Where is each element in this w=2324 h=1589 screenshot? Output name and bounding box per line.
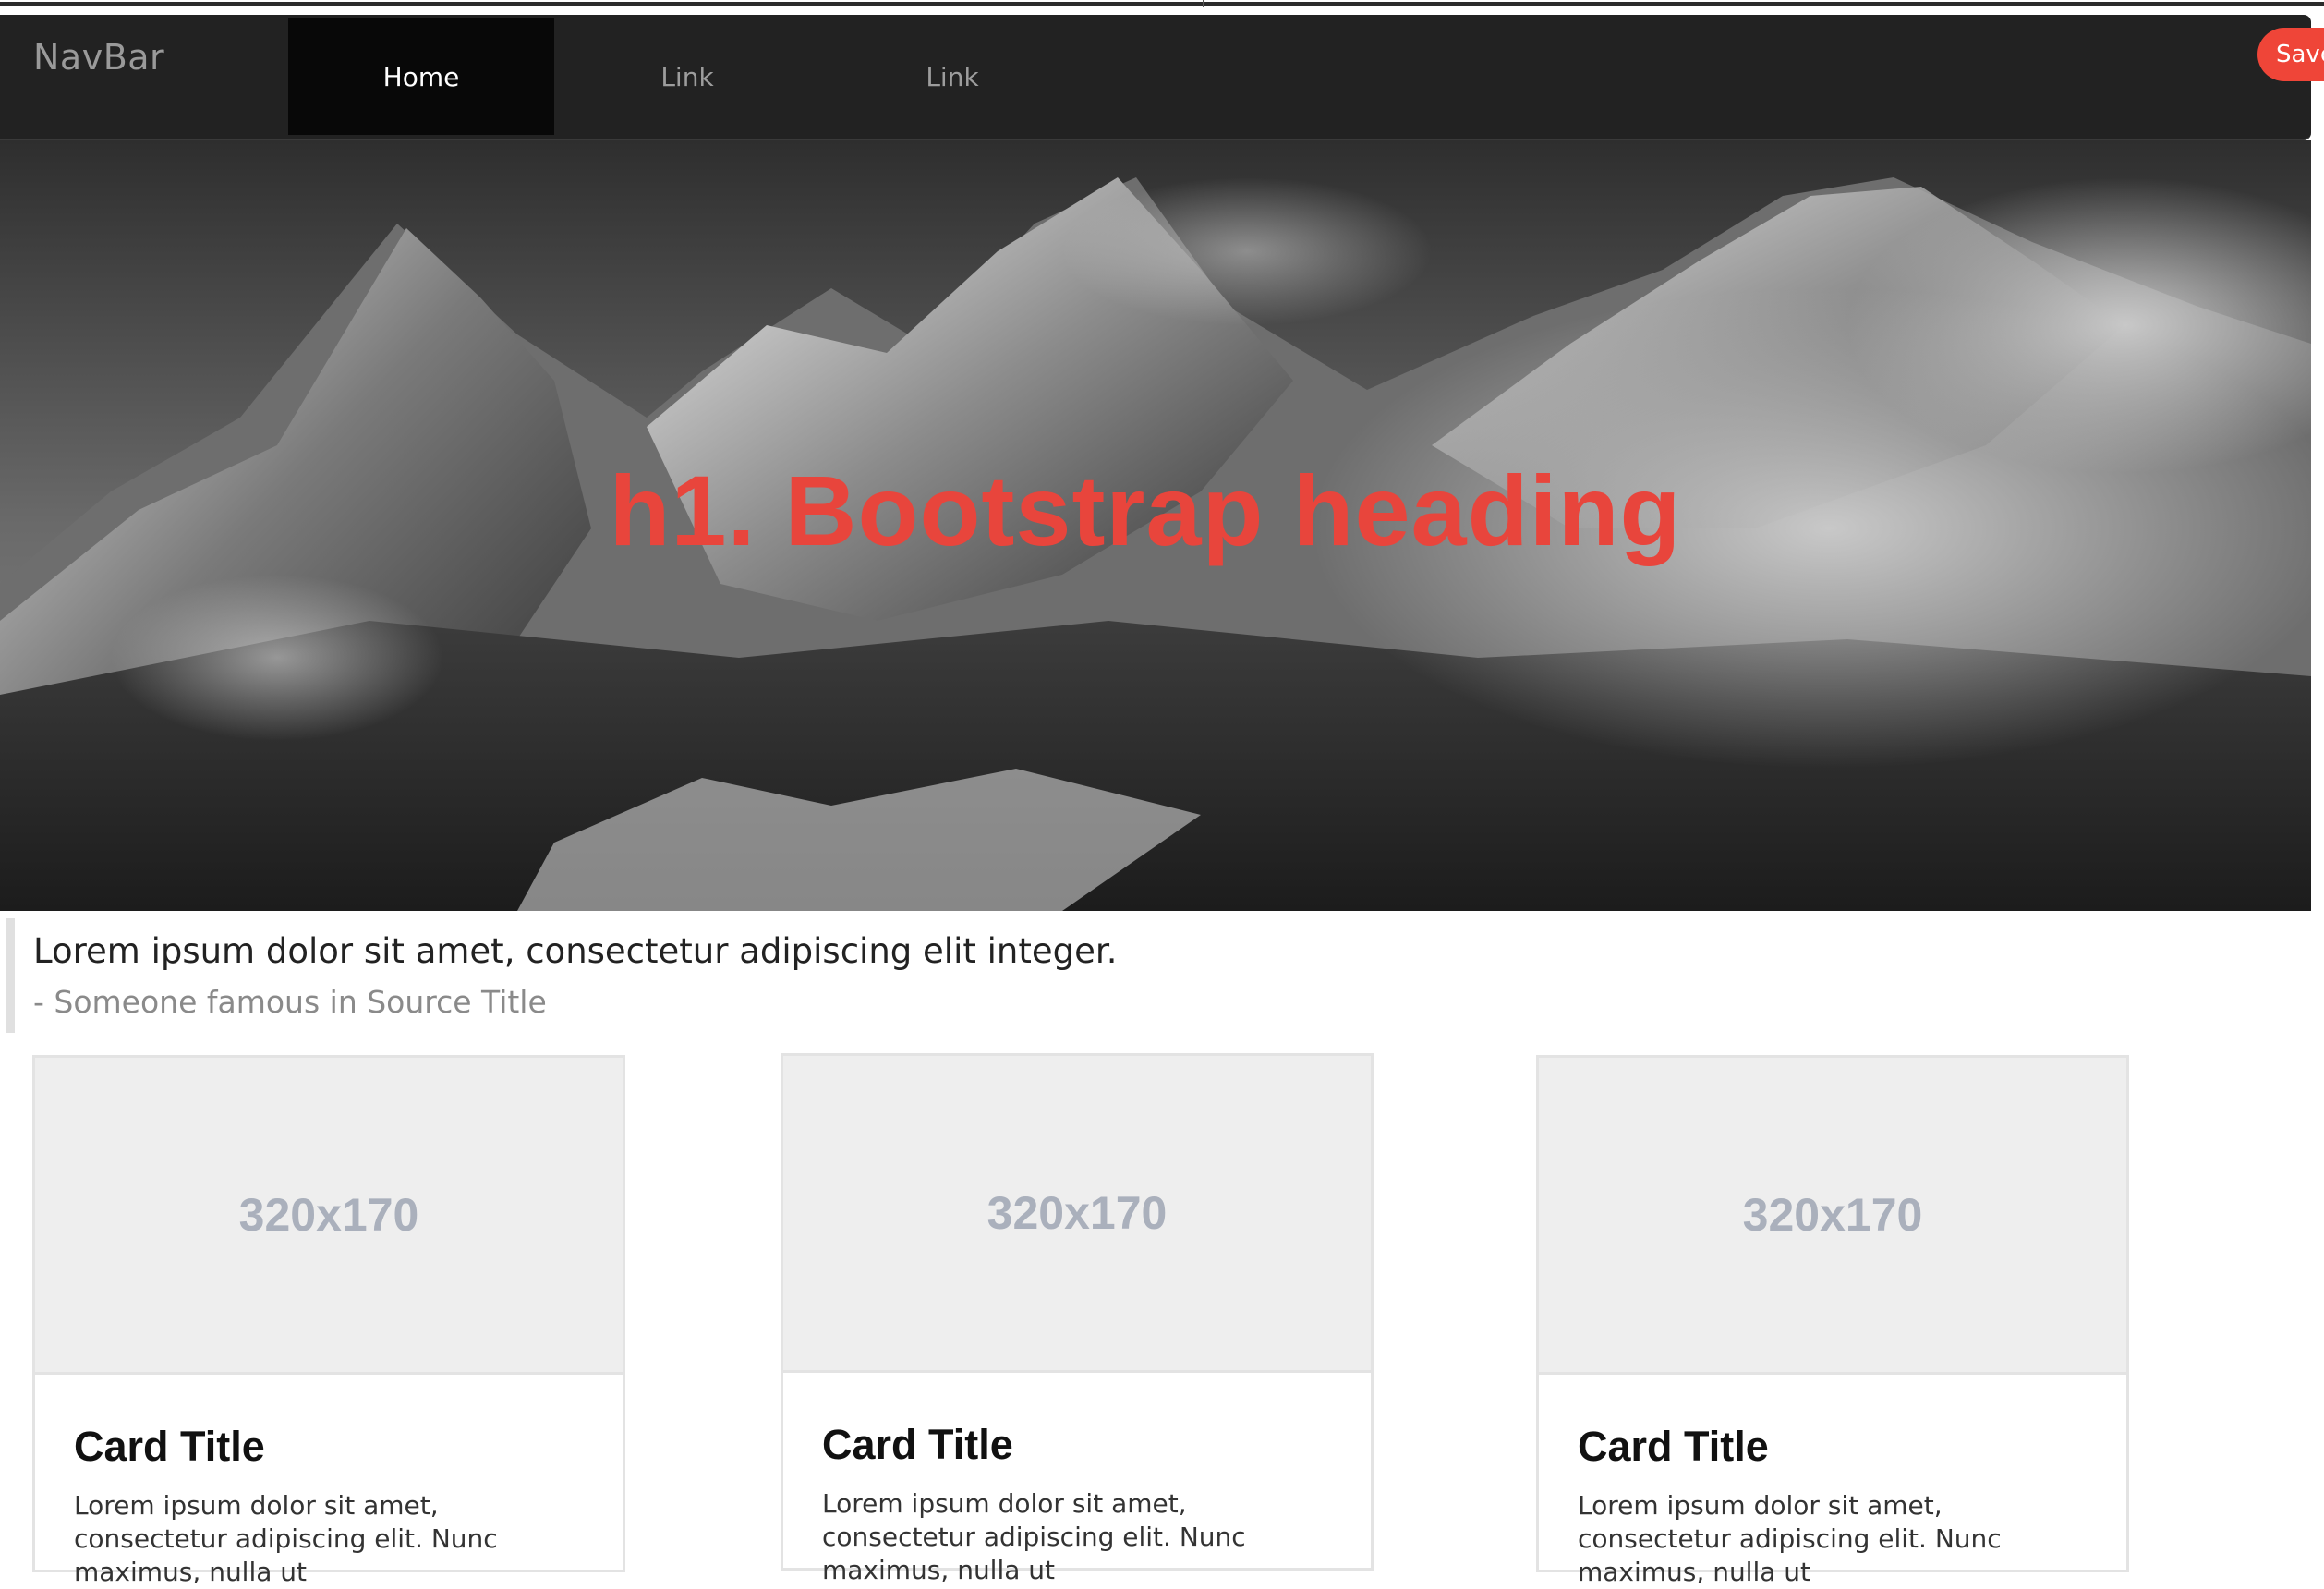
card-title: Card Title <box>1578 1423 1769 1470</box>
card-image-placeholder: 320x170 <box>783 1056 1371 1373</box>
navbar: NavBar Home Link Link <box>0 15 2311 140</box>
card-text: Lorem ipsum dolor sit amet, consectetur … <box>822 1488 1246 1585</box>
blockquote: Lorem ipsum dolor sit amet, consectetur … <box>6 918 2222 1033</box>
card-2: 320x170 Card Title Lorem ipsum dolor sit… <box>781 1053 1374 1585</box>
hero-heading: h1. Bootstrap heading <box>609 455 1682 566</box>
card-title: Card Title <box>822 1421 1013 1468</box>
nav-item-home[interactable]: Home <box>288 18 554 135</box>
card-text: Lorem ipsum dolor sit amet, consectetur … <box>1578 1490 2002 1587</box>
card-text: Lorem ipsum dolor sit amet, consectetur … <box>74 1490 498 1587</box>
card-image-placeholder: 320x170 <box>35 1058 623 1375</box>
nav-item-link-2[interactable]: Link <box>819 18 1085 135</box>
top-border <box>0 0 2324 7</box>
card-image-placeholder: 320x170 <box>1539 1058 2126 1375</box>
quote-text: Lorem ipsum dolor sit amet, consectetur … <box>33 931 1118 971</box>
hero-banner: h1. Bootstrap heading <box>0 140 2311 911</box>
nav-item-link-1[interactable]: Link <box>554 18 820 135</box>
navbar-brand[interactable]: NavBar <box>33 37 164 78</box>
quote-source: - Someone famous in Source Title <box>33 984 547 1020</box>
card-title: Card Title <box>74 1423 265 1470</box>
save-button[interactable]: Save <box>2257 28 2324 81</box>
card-3: 320x170 Card Title Lorem ipsum dolor sit… <box>1536 1055 2129 1587</box>
top-border-bar <box>0 2 2324 6</box>
top-border-tick <box>1203 0 1204 7</box>
card-1: 320x170 Card Title Lorem ipsum dolor sit… <box>32 1055 625 1587</box>
